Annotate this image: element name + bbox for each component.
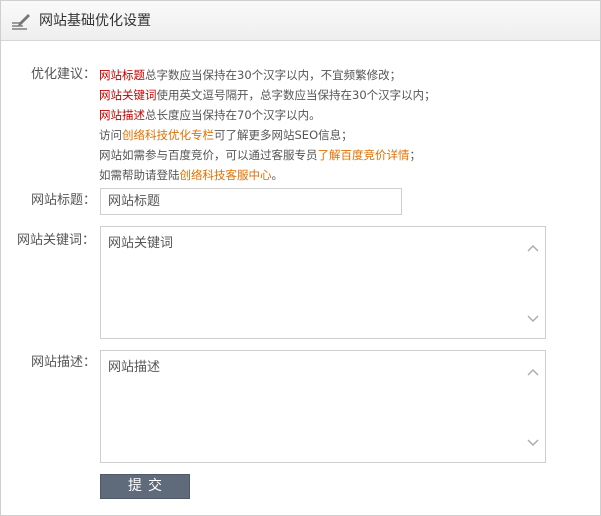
tip-keyword: 网站关键词 [99, 88, 157, 102]
tip-service-center: 如需帮助请登陆创络科技客服中心。 [99, 165, 589, 185]
tip-text: 总字数应当保持在30个汉字以内，不宜频繁修改； [145, 68, 402, 82]
seo-column-link[interactable]: 创络科技优化专栏 [122, 128, 214, 142]
tip-baidu-bidding: 网站如需参与百度竞价，可以通过客服专员了解百度竞价详情； [99, 145, 589, 165]
keywords-value: 网站关键词 [108, 236, 174, 251]
description-label: 网站描述： [31, 355, 97, 370]
submit-button[interactable]: 提交 [100, 474, 190, 499]
description-value: 网站描述 [108, 360, 161, 375]
tip-keyword: 网站标题 [99, 68, 145, 82]
baidu-bidding-link[interactable]: 了解百度竞价详情 [318, 148, 410, 162]
tip-text: 使用英文逗号隔开，总字数应当保持在30个汉字以内； [156, 88, 436, 102]
tips-label: 优化建议： [31, 67, 97, 82]
site-title-input[interactable]: 网站标题 [100, 188, 402, 215]
service-center-link[interactable]: 创络科技客服中心 [180, 168, 272, 182]
tip-text: 。 [271, 168, 284, 182]
site-description-textarea[interactable]: 网站描述 [100, 350, 546, 463]
tip-text: 网站如需参与百度竞价，可以通过客服专员 [99, 148, 318, 162]
tip-title: 网站标题总字数应当保持在30个汉字以内，不宜频繁修改； [99, 65, 589, 85]
panel-header: 网站基础优化设置 [1, 1, 600, 41]
scroll-up-icon[interactable] [527, 244, 539, 252]
tip-description: 网站描述总长度应当保持在70个汉字以内。 [99, 105, 589, 125]
tip-seo-column: 访问创络科技优化专栏可了解更多网站SEO信息； [99, 125, 589, 145]
seo-settings-panel: 网站基础优化设置 优化建议： 网站标题总字数应当保持在30个汉字以内，不宜频繁修… [0, 0, 601, 516]
tip-text: ； [409, 148, 422, 162]
panel-title: 网站基础优化设置 [39, 13, 151, 29]
tip-keywords: 网站关键词使用英文逗号隔开，总字数应当保持在30个汉字以内； [99, 85, 589, 105]
optimization-tips: 网站标题总字数应当保持在30个汉字以内，不宜频繁修改； 网站关键词使用英文逗号隔… [99, 65, 589, 185]
tip-text: 访问 [99, 128, 122, 142]
tip-text: 可了解更多网站SEO信息； [214, 128, 353, 142]
tip-text: 如需帮助请登陆 [99, 168, 180, 182]
keywords-label: 网站关键词： [17, 233, 96, 248]
scroll-down-icon[interactable] [527, 315, 539, 323]
title-label: 网站标题： [31, 193, 97, 208]
tip-text: 总长度应当保持在70个汉字以内。 [145, 108, 321, 122]
edit-pen-icon [12, 14, 30, 30]
scroll-down-icon[interactable] [527, 439, 539, 447]
scroll-up-icon[interactable] [527, 368, 539, 376]
site-keywords-textarea[interactable]: 网站关键词 [100, 226, 546, 339]
tip-keyword: 网站描述 [99, 108, 145, 122]
